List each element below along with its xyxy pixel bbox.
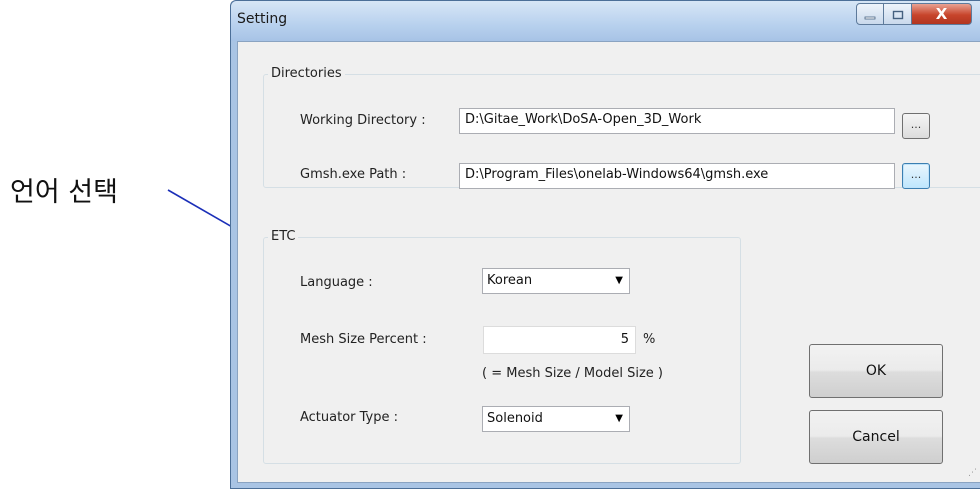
close-icon: X: [935, 5, 948, 23]
etc-group-title: ETC: [268, 229, 299, 244]
chevron-down-icon: ▼: [615, 413, 623, 424]
mesh-size-label: Mesh Size Percent :: [300, 332, 427, 347]
mesh-size-note: ( = Mesh Size / Model Size ): [482, 366, 663, 381]
ok-button[interactable]: OK: [809, 344, 943, 398]
chevron-down-icon: ▼: [615, 275, 623, 286]
cancel-button[interactable]: Cancel: [809, 410, 943, 464]
close-button[interactable]: X: [912, 3, 972, 25]
actuator-type-select-value: Solenoid: [487, 411, 543, 426]
language-select[interactable]: Korean ▼: [482, 268, 630, 294]
window-controls: X: [856, 3, 972, 25]
working-directory-label: Working Directory :: [300, 113, 426, 128]
annotation-label: 언어 선택: [10, 177, 118, 208]
maximize-icon: [892, 5, 904, 24]
actuator-type-label: Actuator Type :: [300, 410, 399, 425]
working-directory-input[interactable]: D:\Gitae_Work\DoSA-Open_3D_Work: [459, 108, 895, 134]
window-title: Setting: [237, 11, 288, 27]
language-select-value: Korean: [487, 273, 533, 288]
mesh-size-input[interactable]: 5: [483, 326, 636, 354]
resize-grip-icon[interactable]: ⋰: [968, 468, 977, 478]
settings-window: Setting X Directories Working Directory …: [230, 0, 980, 489]
actuator-type-select[interactable]: Solenoid ▼: [482, 406, 630, 432]
gmsh-path-browse-button[interactable]: ...: [902, 163, 930, 189]
minimize-button[interactable]: [856, 3, 884, 25]
working-directory-browse-button[interactable]: ...: [902, 113, 930, 139]
directories-group-title: Directories: [268, 66, 345, 81]
language-label: Language :: [300, 275, 373, 290]
title-bar[interactable]: Setting X: [231, 1, 980, 41]
dialog-body: Directories Working Directory : D:\Gitae…: [237, 41, 980, 483]
minimize-icon: [864, 5, 876, 24]
gmsh-path-input[interactable]: D:\Program_Files\onelab-Windows64\gmsh.e…: [459, 163, 895, 189]
mesh-size-unit: %: [643, 332, 656, 347]
maximize-button[interactable]: [884, 3, 912, 25]
gmsh-path-label: Gmsh.exe Path :: [300, 167, 407, 182]
